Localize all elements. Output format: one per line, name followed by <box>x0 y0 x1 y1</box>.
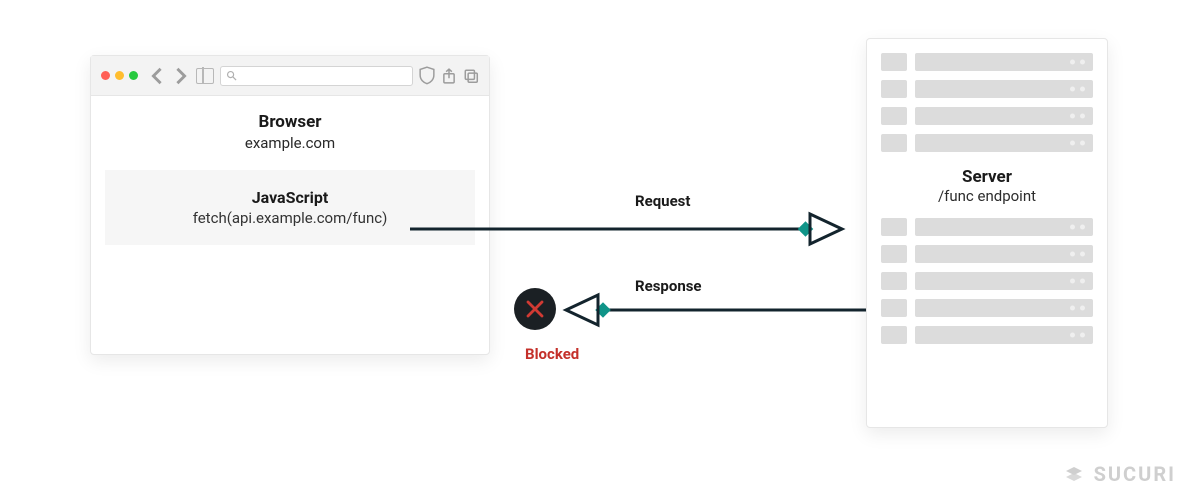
server-rack-row <box>881 80 1093 98</box>
javascript-title: JavaScript <box>113 188 467 207</box>
browser-title: Browser <box>105 112 475 132</box>
share-icon <box>441 68 457 84</box>
window-controls <box>101 71 138 80</box>
server-rack-row <box>881 272 1093 290</box>
forward-icon <box>172 67 190 85</box>
blocked-label: Blocked <box>525 345 579 363</box>
maximize-dot-icon <box>129 71 138 80</box>
back-icon <box>148 67 166 85</box>
server-rack-row <box>881 107 1093 125</box>
browser-window: Browser example.com JavaScript fetch(api… <box>90 55 490 355</box>
copy-icon <box>463 68 479 84</box>
minimize-dot-icon <box>115 71 124 80</box>
server-rack-row <box>881 53 1093 71</box>
server-rack-row <box>881 299 1093 317</box>
javascript-code: fetch(api.example.com/func) <box>113 209 467 227</box>
server-title: Server <box>881 167 1093 187</box>
server-rack-row <box>881 245 1093 263</box>
browser-domain: example.com <box>105 134 475 152</box>
sidebar-toggle-icon <box>196 68 214 84</box>
address-bar <box>220 66 413 86</box>
request-label: Request <box>635 192 690 210</box>
server-rack-row <box>881 218 1093 236</box>
shield-icon <box>419 68 435 84</box>
response-arrow <box>566 295 866 325</box>
server-endpoint: /func endpoint <box>881 187 1093 205</box>
server-rack-row <box>881 134 1093 152</box>
server-rack-row <box>881 326 1093 344</box>
brand-name: SUCURI <box>1094 462 1176 486</box>
x-icon <box>525 299 545 319</box>
server-card: Server /func endpoint <box>866 38 1108 428</box>
brand-logo: SUCURI <box>1062 462 1176 486</box>
response-label: Response <box>635 277 702 295</box>
browser-toolbar <box>91 56 489 96</box>
search-icon <box>226 70 237 81</box>
close-dot-icon <box>101 71 110 80</box>
blocked-badge <box>514 288 556 330</box>
sucuri-logo-icon <box>1062 462 1086 486</box>
javascript-panel: JavaScript fetch(api.example.com/func) <box>105 170 475 245</box>
